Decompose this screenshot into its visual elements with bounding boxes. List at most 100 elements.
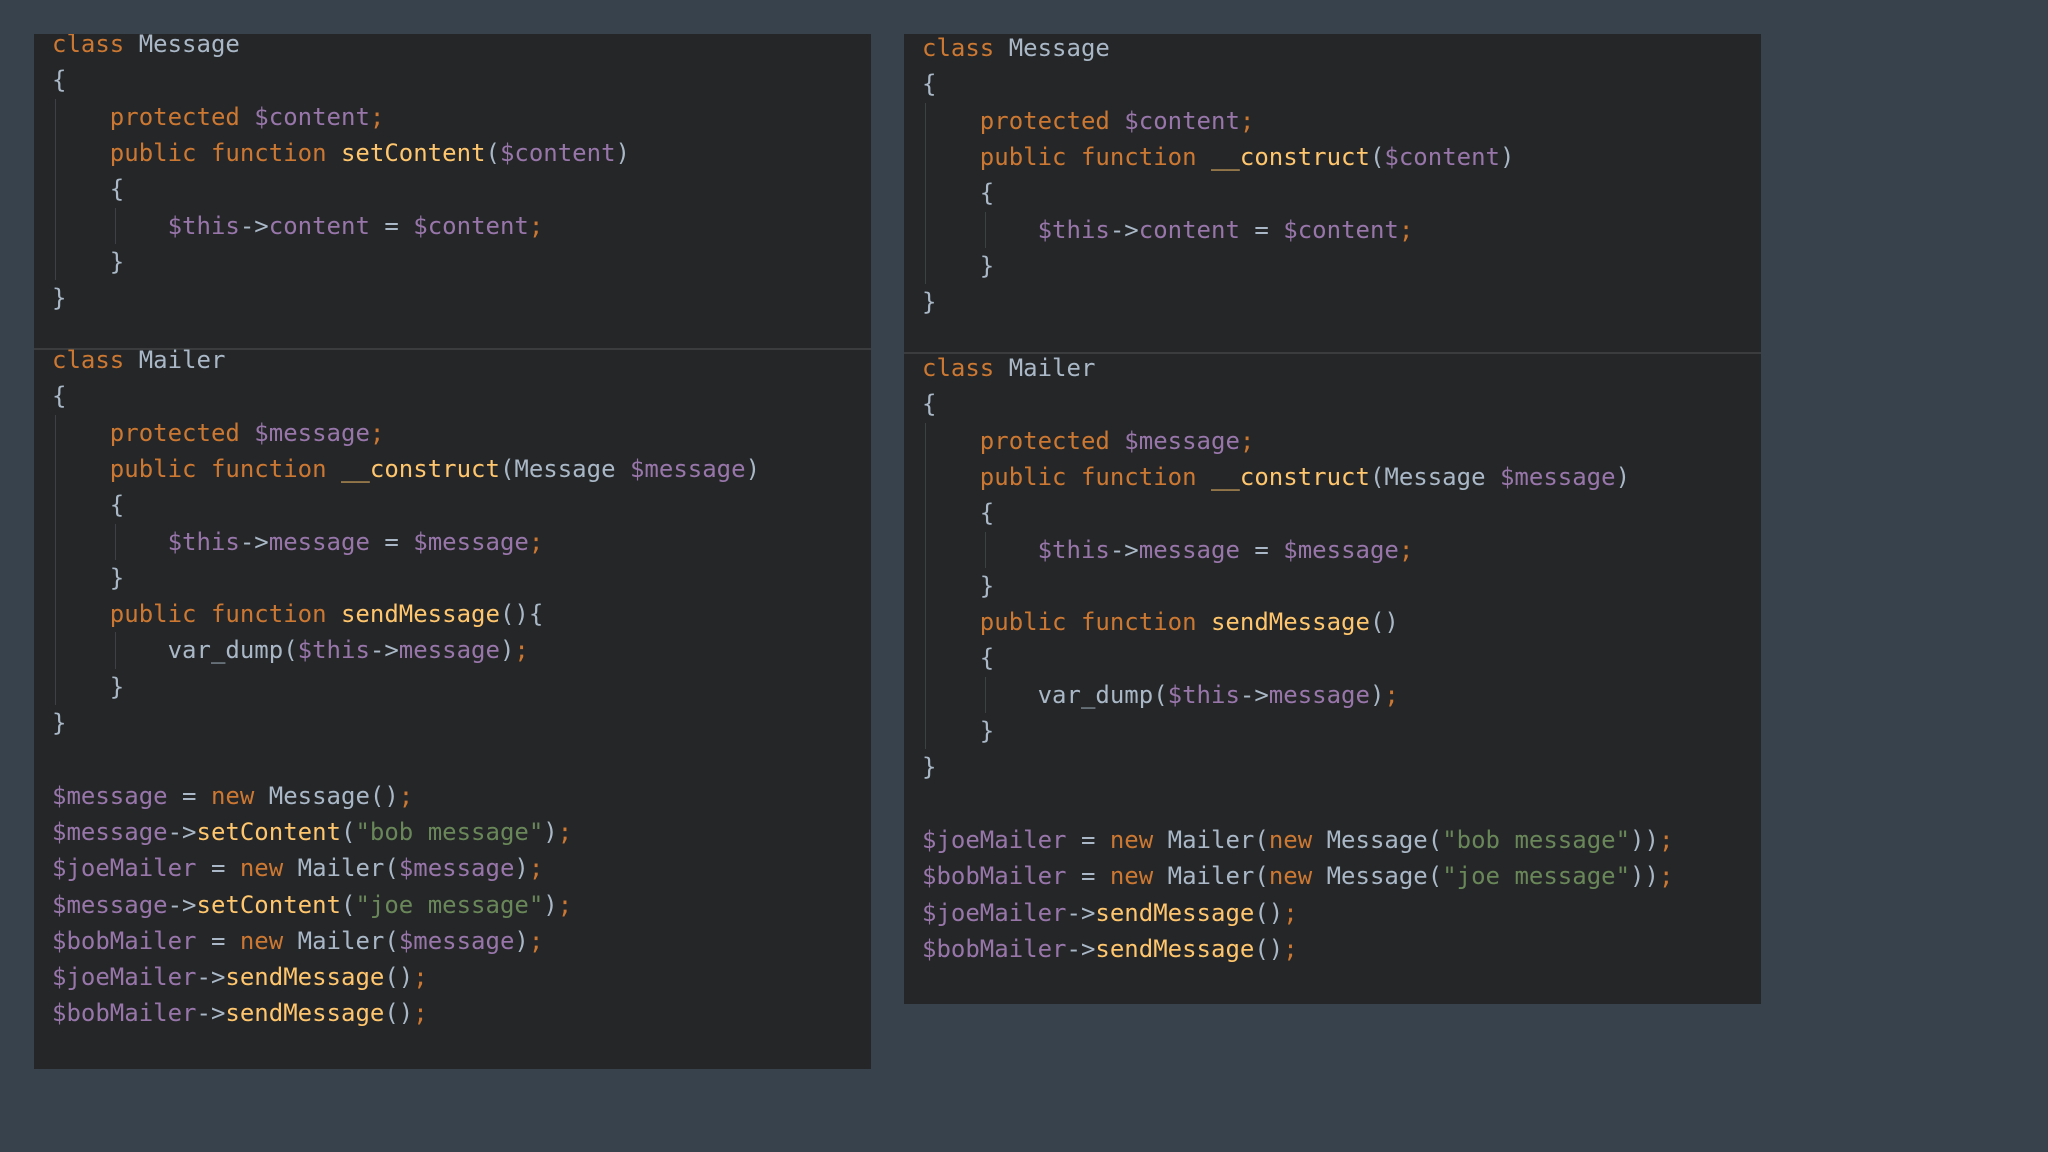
code-line[interactable]: { — [922, 386, 936, 422]
code-line[interactable]: { — [922, 640, 994, 676]
code-token: } — [922, 251, 995, 280]
code-token: sendMessage — [1210, 608, 1370, 637]
code-token: (Message — [499, 454, 630, 483]
code-line[interactable]: $bobMailer->sendMessage(); — [52, 995, 428, 1031]
code-token: ) — [514, 854, 529, 883]
code-line[interactable]: $joeMailer = new Mailer($message); — [52, 850, 543, 886]
code-line[interactable]: public function __construct($content) — [922, 139, 1515, 175]
code-token: } — [922, 288, 937, 317]
code-line[interactable]: $this->message = $message; — [52, 524, 544, 560]
code-line[interactable]: var_dump($this->message); — [52, 632, 529, 668]
code-token: } — [52, 709, 67, 737]
code-token: Message( — [1326, 862, 1443, 891]
code-token: Mailer( — [297, 854, 399, 883]
code-line[interactable]: } — [52, 705, 66, 741]
code-token: () — [1369, 608, 1399, 637]
code-token: $content — [1124, 106, 1240, 135]
code-line[interactable]: protected $message; — [922, 423, 1255, 459]
code-line[interactable]: { — [922, 495, 994, 531]
code-line[interactable]: protected $content; — [52, 99, 385, 135]
code-line[interactable]: $this->content = $content; — [52, 208, 544, 244]
code-line[interactable]: public function __construct(Message $mes… — [922, 459, 1630, 495]
code-line[interactable]: class Message — [52, 34, 240, 62]
code-token: $content — [1283, 215, 1399, 244]
code-line[interactable]: { — [922, 175, 994, 211]
code-line[interactable]: protected $content; — [922, 103, 1255, 139]
code-line[interactable]: public function setContent($content) — [52, 135, 630, 171]
code-line[interactable]: public function sendMessage() — [922, 604, 1399, 640]
code-line[interactable]: } — [52, 669, 124, 705]
code-line[interactable]: public function __construct(Message $mes… — [52, 451, 760, 487]
code-token: } — [52, 672, 125, 701]
code-token: $this — [1037, 215, 1110, 244]
code-token: ; — [1283, 898, 1298, 927]
code-line[interactable]: $joeMailer = new Mailer(new Message("bob… — [922, 822, 1673, 858]
code-token: setContent — [196, 817, 342, 846]
code-line[interactable]: $message->setContent("bob message"); — [52, 814, 572, 850]
code-line[interactable]: { — [52, 171, 124, 207]
code-line[interactable]: $bobMailer->sendMessage(); — [922, 931, 1298, 967]
code-token: message — [1138, 535, 1240, 564]
code-token: = — [369, 527, 414, 556]
code-line[interactable]: $bobMailer = new Mailer($message); — [52, 923, 543, 959]
code-token: setContent — [340, 138, 486, 167]
code-token: -> — [1109, 215, 1139, 244]
code-line[interactable]: class Mailer — [52, 342, 225, 378]
code-line[interactable]: } — [922, 749, 936, 785]
code-token: (){ — [499, 600, 544, 629]
code-token: ; — [514, 636, 529, 665]
code-line[interactable]: { — [52, 487, 124, 523]
code-token: = — [369, 211, 414, 240]
code-line[interactable]: } — [52, 244, 124, 280]
code-token: -> — [239, 527, 269, 556]
code-token: { — [922, 179, 995, 208]
code-token: () — [384, 963, 414, 992]
code-token: $bobMailer — [922, 862, 1067, 891]
code-token: { — [52, 175, 125, 204]
code-token: message — [1268, 680, 1370, 709]
code-line[interactable]: $this->content = $content; — [922, 212, 1414, 248]
code-line[interactable]: $this->message = $message; — [922, 532, 1414, 568]
code-token: { — [922, 390, 937, 419]
code-token: Message — [1008, 34, 1110, 62]
code-token: -> — [1239, 680, 1269, 709]
code-line[interactable]: } — [52, 560, 124, 596]
code-line[interactable]: } — [52, 280, 66, 316]
code-line[interactable]: protected $message; — [52, 415, 385, 451]
code-token: ( — [341, 817, 356, 846]
code-token: ; — [1239, 426, 1255, 455]
code-line[interactable]: } — [922, 284, 936, 320]
code-panel-right: class Message { protected $content; publi… — [904, 34, 1761, 1004]
code-token: -> — [1066, 898, 1096, 927]
code-line[interactable]: $joeMailer->sendMessage(); — [922, 895, 1298, 931]
code-line[interactable]: var_dump($this->message); — [922, 677, 1399, 713]
code-line[interactable]: public function sendMessage(){ — [52, 596, 544, 632]
code-line[interactable]: class Mailer — [922, 350, 1095, 386]
code-line[interactable]: $message->setContent("joe message"); — [52, 887, 572, 923]
code-token: ; — [1384, 680, 1399, 709]
code-line[interactable]: $joeMailer->sendMessage(); — [52, 959, 428, 995]
code-token: $message — [52, 817, 168, 846]
code-token: new — [239, 926, 298, 955]
code-token: $message — [398, 854, 515, 883]
code-token: = — [196, 926, 240, 955]
mailer-class-block: class Mailer { protected $message; public… — [904, 354, 1761, 1004]
code-line[interactable]: } — [922, 713, 994, 749]
code-line[interactable]: { — [922, 66, 936, 102]
code-line[interactable]: class Message — [922, 34, 1110, 66]
code-token: ( — [341, 890, 356, 919]
code-token: new — [1268, 825, 1327, 854]
code-line[interactable]: $bobMailer = new Mailer(new Message("joe… — [922, 858, 1673, 894]
code-line[interactable]: { — [52, 62, 66, 98]
code-token: (Message — [1369, 462, 1500, 491]
code-line[interactable]: { — [52, 378, 66, 414]
code-token: ( — [1369, 142, 1385, 171]
code-token: __construct — [340, 454, 500, 483]
code-line[interactable]: } — [922, 568, 994, 604]
code-token: Message() — [268, 781, 399, 810]
code-line[interactable]: } — [922, 248, 994, 284]
code-line[interactable]: $message = new Message(); — [52, 778, 413, 814]
code-token: new — [1109, 825, 1168, 854]
code-token: -> — [1109, 535, 1139, 564]
